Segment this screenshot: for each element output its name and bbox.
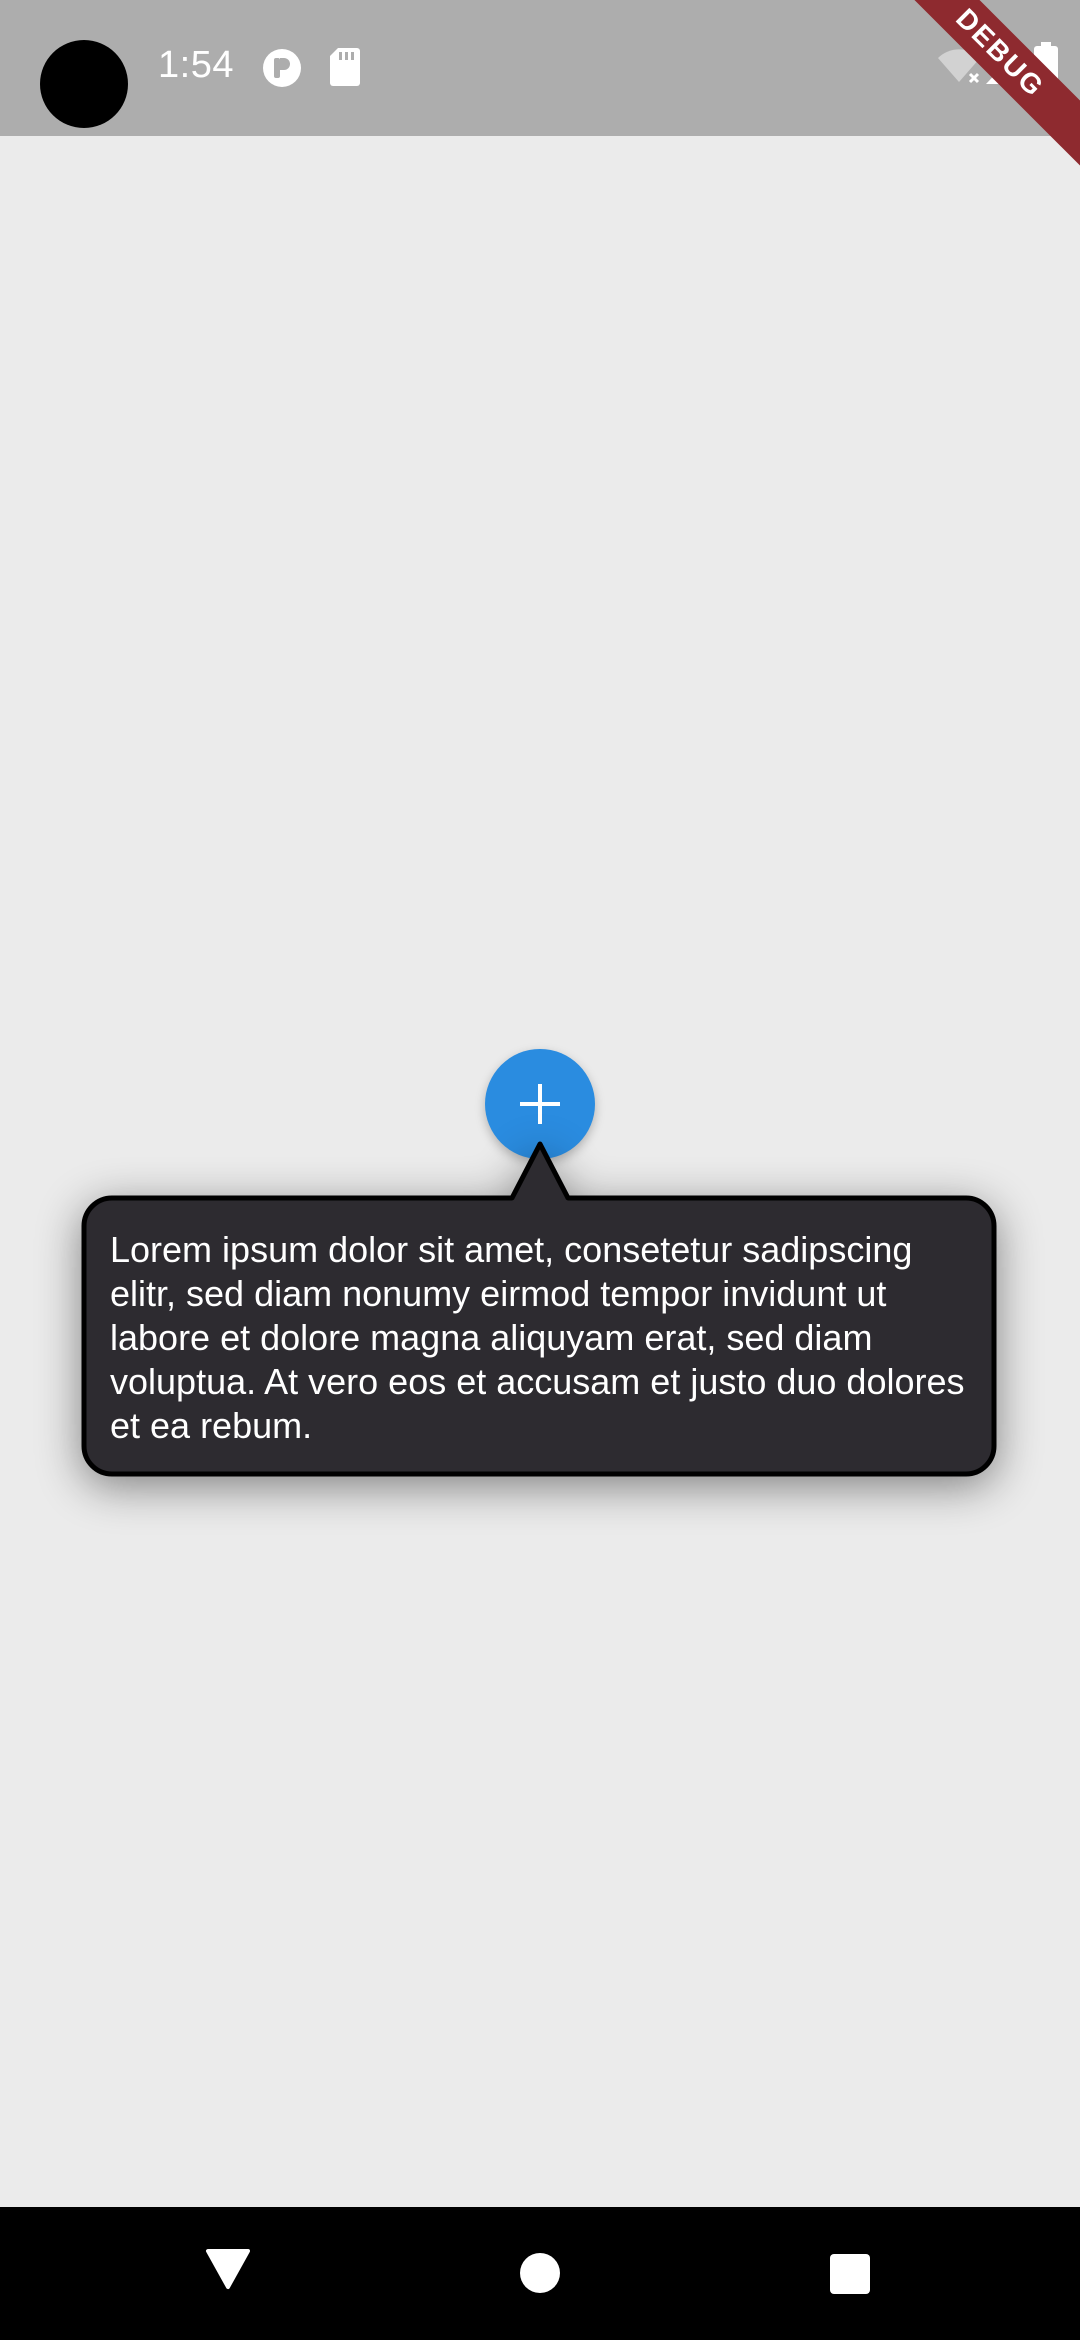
plus-icon [520, 1084, 560, 1124]
notification-app-icon [263, 49, 301, 87]
debug-banner: DEBUG [877, 0, 1080, 176]
app-screen: 1:54 DEBUG Lorem ipsum dolor sit amet, c… [0, 0, 1080, 2340]
recents-icon[interactable] [829, 2253, 871, 2295]
tooltip: Lorem ipsum dolor sit amet, consetetur s… [80, 1140, 998, 1478]
back-icon[interactable] [204, 2247, 252, 2291]
status-time: 1:54 [158, 44, 234, 86]
status-bar: 1:54 DEBUG [0, 0, 1080, 176]
sd-card-icon [330, 48, 360, 86]
camera-cutout [40, 40, 128, 128]
navigation-bar [0, 2207, 1080, 2340]
tooltip-text: Lorem ipsum dolor sit amet, consetetur s… [110, 1229, 965, 1446]
home-icon[interactable] [518, 2251, 562, 2295]
